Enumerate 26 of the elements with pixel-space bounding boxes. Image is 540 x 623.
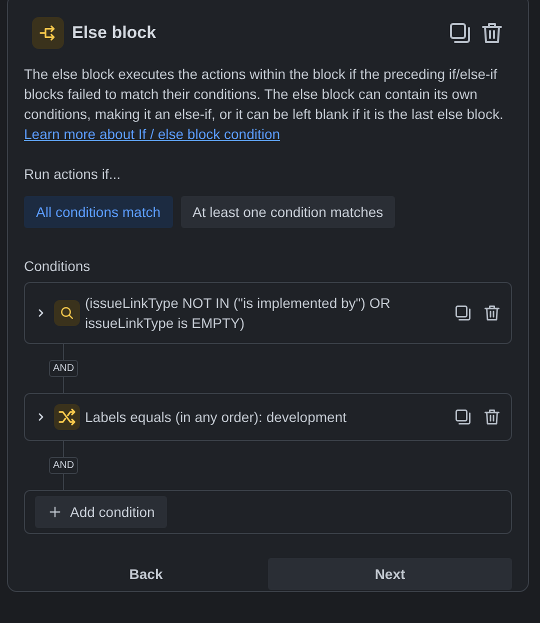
condition-text: (issueLinkType NOT IN ("is implemented by") OR issueLinkType is EMPTY) [85,294,392,333]
delete-icon[interactable] [483,408,501,426]
add-condition-button[interactable]: Add condition [35,496,167,528]
delete-icon[interactable] [483,304,501,322]
shuffle-icon [54,404,80,430]
next-button[interactable]: Next [268,558,512,590]
learn-more-link[interactable]: Learn more about If / else block condition [24,126,280,142]
plus-icon [48,505,62,519]
back-button[interactable]: Back [24,558,268,590]
description: The else block executes the actions within the block if the preceding if/else-if blocks failed to match their conditions. The else block can contain its own conditions, making it an else-if, or it can be left blank if it is the last else block. Learn more about If / else block condition [24,65,504,144]
and-badge: AND [49,457,78,474]
duplicate-icon[interactable] [454,408,472,426]
match-option[interactable]: At least one condition matches [180,196,396,228]
branch-icon [32,17,64,49]
search-icon [54,300,80,326]
condition-card[interactable]: (issueLinkType NOT IN ("is implemented by") OR issueLinkType is EMPTY) [24,282,512,344]
condition-text: Labels equals (in any order): development [85,408,348,427]
and-badge: AND [49,360,78,377]
section-label: Conditions [24,258,92,274]
duplicate-icon[interactable] [454,304,472,322]
block-title: Else block [72,23,156,43]
delete-icon[interactable] [480,21,504,45]
section-label: Run actions if... [24,166,122,182]
duplicate-icon[interactable] [448,21,472,45]
match-option[interactable]: All conditions match [24,196,173,228]
condition-card[interactable]: Labels equals (in any order): development [24,393,512,441]
